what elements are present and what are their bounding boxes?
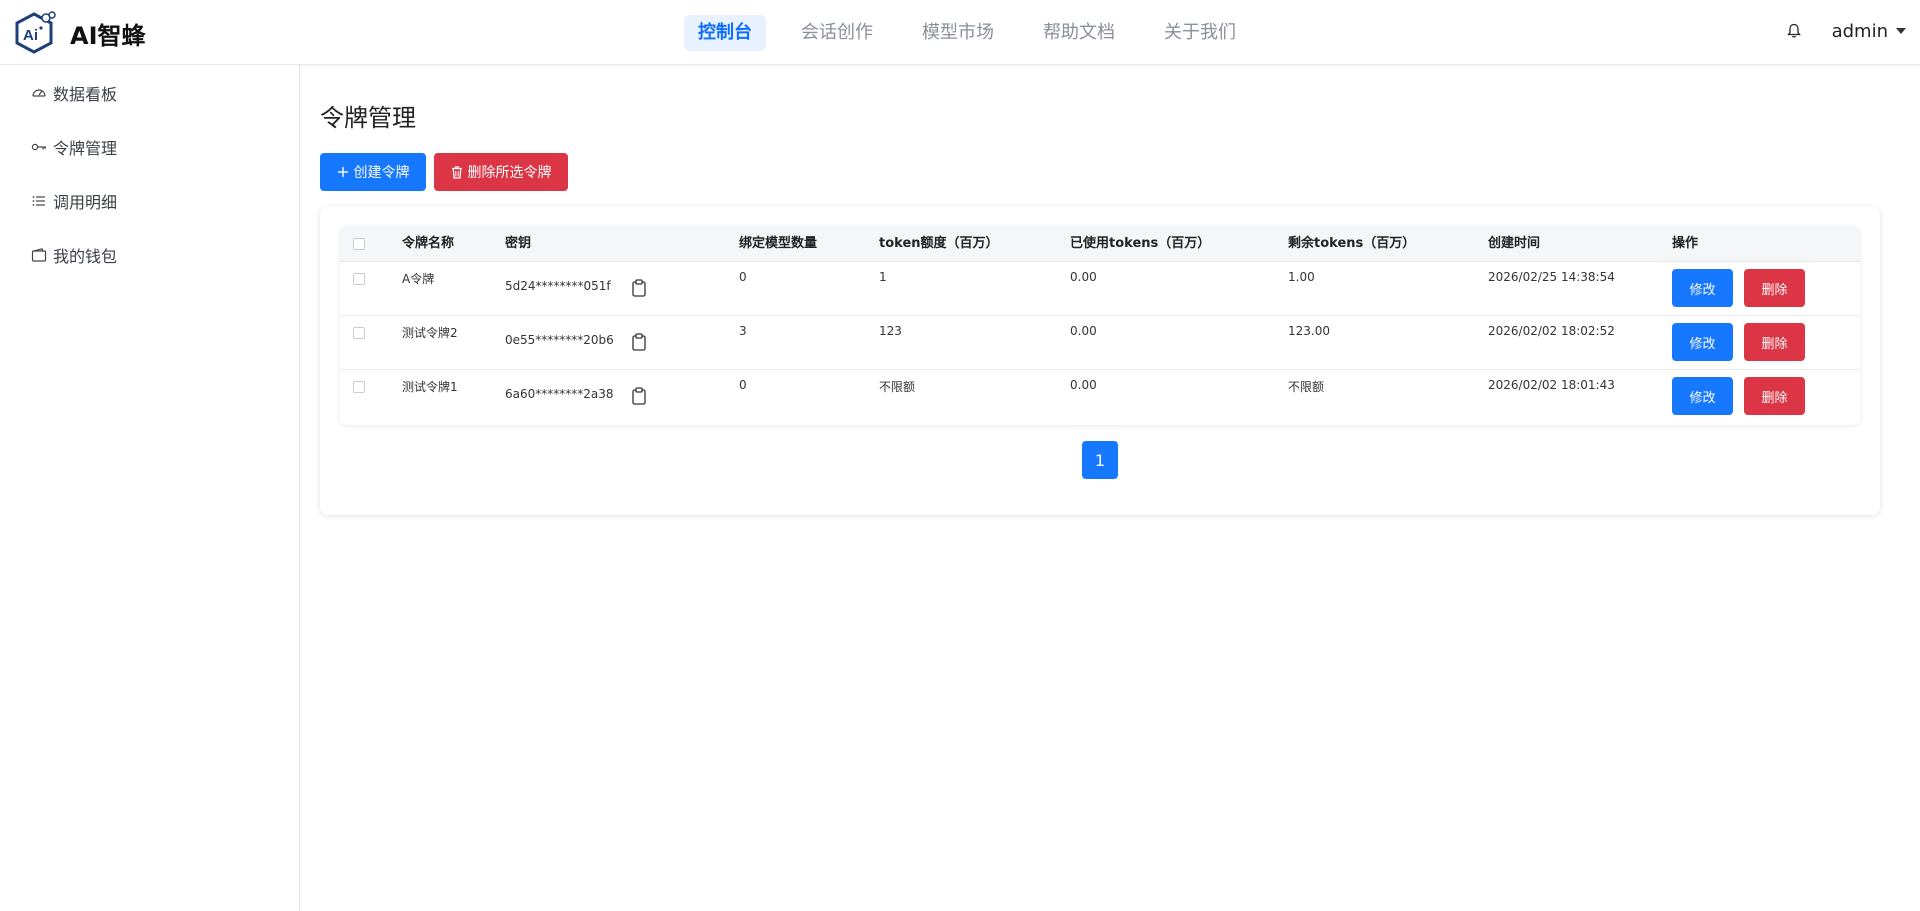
plus-icon — [337, 167, 348, 177]
edit-button[interactable]: 修改 — [1672, 269, 1733, 307]
list-icon — [32, 196, 45, 206]
nav-chat-create[interactable]: 会话创作 — [787, 15, 887, 51]
sidebar-item-dashboard[interactable]: 数据看板 — [31, 78, 117, 108]
page-title: 令牌管理 — [320, 104, 416, 132]
nav-console[interactable]: 控制台 — [684, 15, 766, 51]
create-token-button[interactable]: 创建令牌 — [320, 153, 426, 191]
delete-selected-label: 删除所选令牌 — [467, 165, 552, 181]
sidebar: 数据看板 令牌管理 调用明细 我的钱包 — [0, 65, 300, 911]
sidebar-item-wallet[interactable]: 我的钱包 — [31, 240, 117, 270]
column-header: 密钥 — [505, 236, 532, 251]
create-token-label: 创建令牌 — [353, 165, 410, 181]
token-quota: 1 — [879, 270, 887, 284]
row-checkbox[interactable] — [353, 381, 365, 393]
sidebar-item-label: 令牌管理 — [53, 139, 118, 158]
nav-model-market[interactable]: 模型市场 — [908, 15, 1008, 51]
user-menu[interactable]: admin — [1832, 21, 1906, 42]
used-tokens: 0.00 — [1070, 378, 1097, 392]
token-name: A令牌 — [402, 272, 435, 286]
created-time: 2026/02/25 14:38:54 — [1488, 270, 1615, 284]
remaining-tokens: 1.00 — [1288, 270, 1315, 284]
nav-about-us[interactable]: 关于我们 — [1150, 15, 1250, 51]
select-all-checkbox[interactable] — [353, 238, 365, 250]
logo-icon: Ai — [15, 11, 56, 54]
table-row: 测试令牌2 0e55********20b6 3 123 0.00 123.00… — [340, 316, 1860, 370]
trash-icon — [451, 165, 462, 179]
token-quota: 123 — [879, 324, 902, 338]
column-header: 操作 — [1672, 236, 1699, 251]
sidebar-item-label: 数据看板 — [53, 85, 118, 104]
token-key: 6a60********2a38 — [505, 387, 614, 401]
token-key: 5d24********051f — [505, 279, 611, 293]
token-name: 测试令牌1 — [402, 380, 458, 394]
username: admin — [1831, 20, 1888, 42]
column-header: 已使用tokens（百万） — [1070, 236, 1211, 251]
table-row: 测试令牌1 6a60********2a38 0 不限额 0.00 不限额 20… — [340, 370, 1860, 424]
bell-icon[interactable] — [1784, 18, 1804, 44]
clipboard-icon[interactable] — [631, 387, 647, 405]
column-header: 令牌名称 — [402, 236, 455, 251]
created-time: 2026/02/02 18:01:43 — [1488, 378, 1615, 392]
used-tokens: 0.00 — [1070, 324, 1097, 338]
bound-model-count: 0 — [739, 270, 747, 284]
pagination-page-1[interactable]: 1 — [1082, 441, 1118, 479]
sidebar-item-label: 我的钱包 — [53, 247, 118, 266]
table-header: 令牌名称 密钥 绑定模型数量 token额度（百万） 已使用tokens（百万）… — [340, 226, 1860, 262]
nav-help-docs[interactable]: 帮助文档 — [1029, 15, 1129, 51]
wallet-icon — [31, 248, 47, 262]
delete-button[interactable]: 删除 — [1744, 377, 1805, 415]
column-header: 绑定模型数量 — [739, 236, 818, 251]
token-table: 令牌名称 密钥 绑定模型数量 token额度（百万） 已使用tokens（百万）… — [340, 226, 1860, 425]
created-time: 2026/02/02 18:02:52 — [1488, 324, 1615, 338]
edit-button[interactable]: 修改 — [1672, 323, 1733, 361]
sidebar-item-token-management[interactable]: 令牌管理 — [31, 132, 117, 162]
bound-model-count: 0 — [739, 378, 747, 392]
key-icon — [31, 143, 46, 151]
token-key: 0e55********20b6 — [505, 333, 614, 347]
gauge-icon — [32, 89, 46, 97]
token-name: 测试令牌2 — [402, 326, 458, 340]
sidebar-item-label: 调用明细 — [53, 193, 118, 212]
clipboard-icon[interactable] — [631, 333, 647, 351]
column-header: token额度（百万） — [879, 236, 999, 251]
row-checkbox[interactable] — [353, 273, 365, 285]
chevron-down-icon — [1896, 28, 1906, 34]
edit-button[interactable]: 修改 — [1672, 377, 1733, 415]
remaining-tokens: 不限额 — [1288, 380, 1325, 394]
remaining-tokens: 123.00 — [1288, 324, 1330, 338]
top-navbar: Ai AI智蜂 控制台 会话创作 模型市场 帮助文档 关于我们 admin — [0, 0, 1920, 65]
token-quota: 不限额 — [879, 380, 916, 394]
main-nav: 控制台 会话创作 模型市场 帮助文档 关于我们 — [684, 15, 1271, 51]
table-row: A令牌 5d24********051f 0 1 0.00 1.00 2026/… — [340, 262, 1860, 316]
column-header: 创建时间 — [1488, 236, 1541, 251]
svg-text:Ai: Ai — [23, 27, 38, 44]
delete-button[interactable]: 删除 — [1744, 323, 1805, 361]
header-right: admin — [1784, 18, 1906, 44]
delete-button[interactable]: 删除 — [1744, 269, 1805, 307]
clipboard-icon[interactable] — [631, 279, 647, 297]
row-checkbox[interactable] — [353, 327, 365, 339]
brand[interactable]: Ai AI智蜂 — [10, 8, 146, 58]
delete-selected-button[interactable]: 删除所选令牌 — [434, 153, 568, 191]
brand-name: AI智蜂 — [70, 21, 146, 50]
sidebar-item-call-details[interactable]: 调用明细 — [31, 186, 117, 216]
column-header: 剩余tokens（百万） — [1288, 236, 1416, 251]
used-tokens: 0.00 — [1070, 270, 1097, 284]
bound-model-count: 3 — [739, 324, 747, 338]
